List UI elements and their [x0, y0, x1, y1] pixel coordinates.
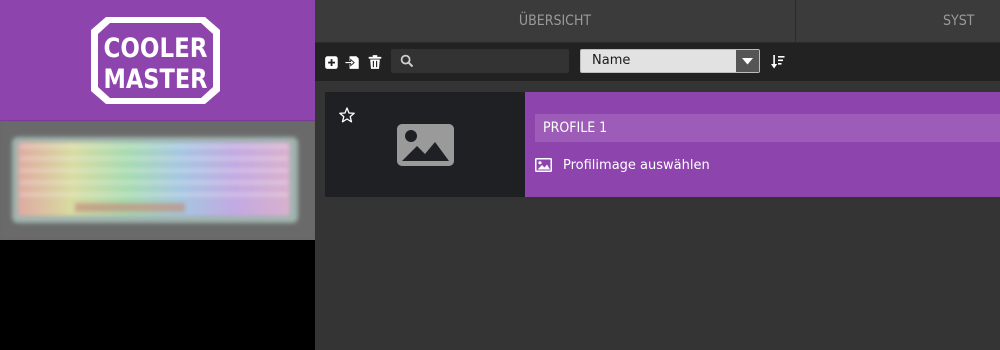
image-placeholder-icon: [397, 124, 454, 166]
choose-profile-image-label: Profilimage auswählen: [563, 158, 710, 173]
search-input[interactable]: [391, 49, 569, 73]
profile-details: PROFILE 1 Profilimage auswählen: [525, 92, 1000, 197]
chevron-down-icon: [742, 58, 753, 65]
logo-text-line1: COOLER: [104, 33, 208, 64]
main-panel: ÜBERSICHT SYST Name PROFILE 1 Profilimag…: [315, 0, 1000, 350]
device-panel: COOLER MASTER: [0, 0, 315, 350]
search-icon: [400, 54, 414, 68]
sort-order-icon[interactable]: [771, 54, 785, 70]
profile-card[interactable]: PROFILE 1 Profilimage auswählen: [325, 92, 1000, 197]
tab-system[interactable]: SYST: [796, 0, 1000, 42]
image-icon: [535, 158, 552, 172]
logo-text-line2: MASTER: [104, 64, 208, 95]
tab-overview[interactable]: ÜBERSICHT: [315, 0, 796, 42]
dropdown-arrow[interactable]: [736, 50, 759, 72]
sort-by-select[interactable]: Name: [580, 49, 760, 73]
sort-by-value: Name: [592, 53, 631, 68]
import-profile-icon[interactable]: [345, 54, 361, 70]
add-profile-icon[interactable]: [324, 54, 340, 70]
tab-bar: ÜBERSICHT SYST: [315, 0, 1000, 43]
profile-name: PROFILE 1: [543, 120, 608, 136]
delete-profile-icon[interactable]: [367, 54, 383, 70]
keyboard-device-image[interactable]: [0, 121, 315, 240]
profile-toolbar: Name: [315, 43, 1000, 81]
brand-logo: COOLER MASTER: [0, 0, 315, 121]
favorite-star-icon[interactable]: [339, 107, 355, 123]
profile-thumbnail[interactable]: [325, 92, 525, 197]
profile-name-field[interactable]: PROFILE 1: [535, 114, 1000, 142]
